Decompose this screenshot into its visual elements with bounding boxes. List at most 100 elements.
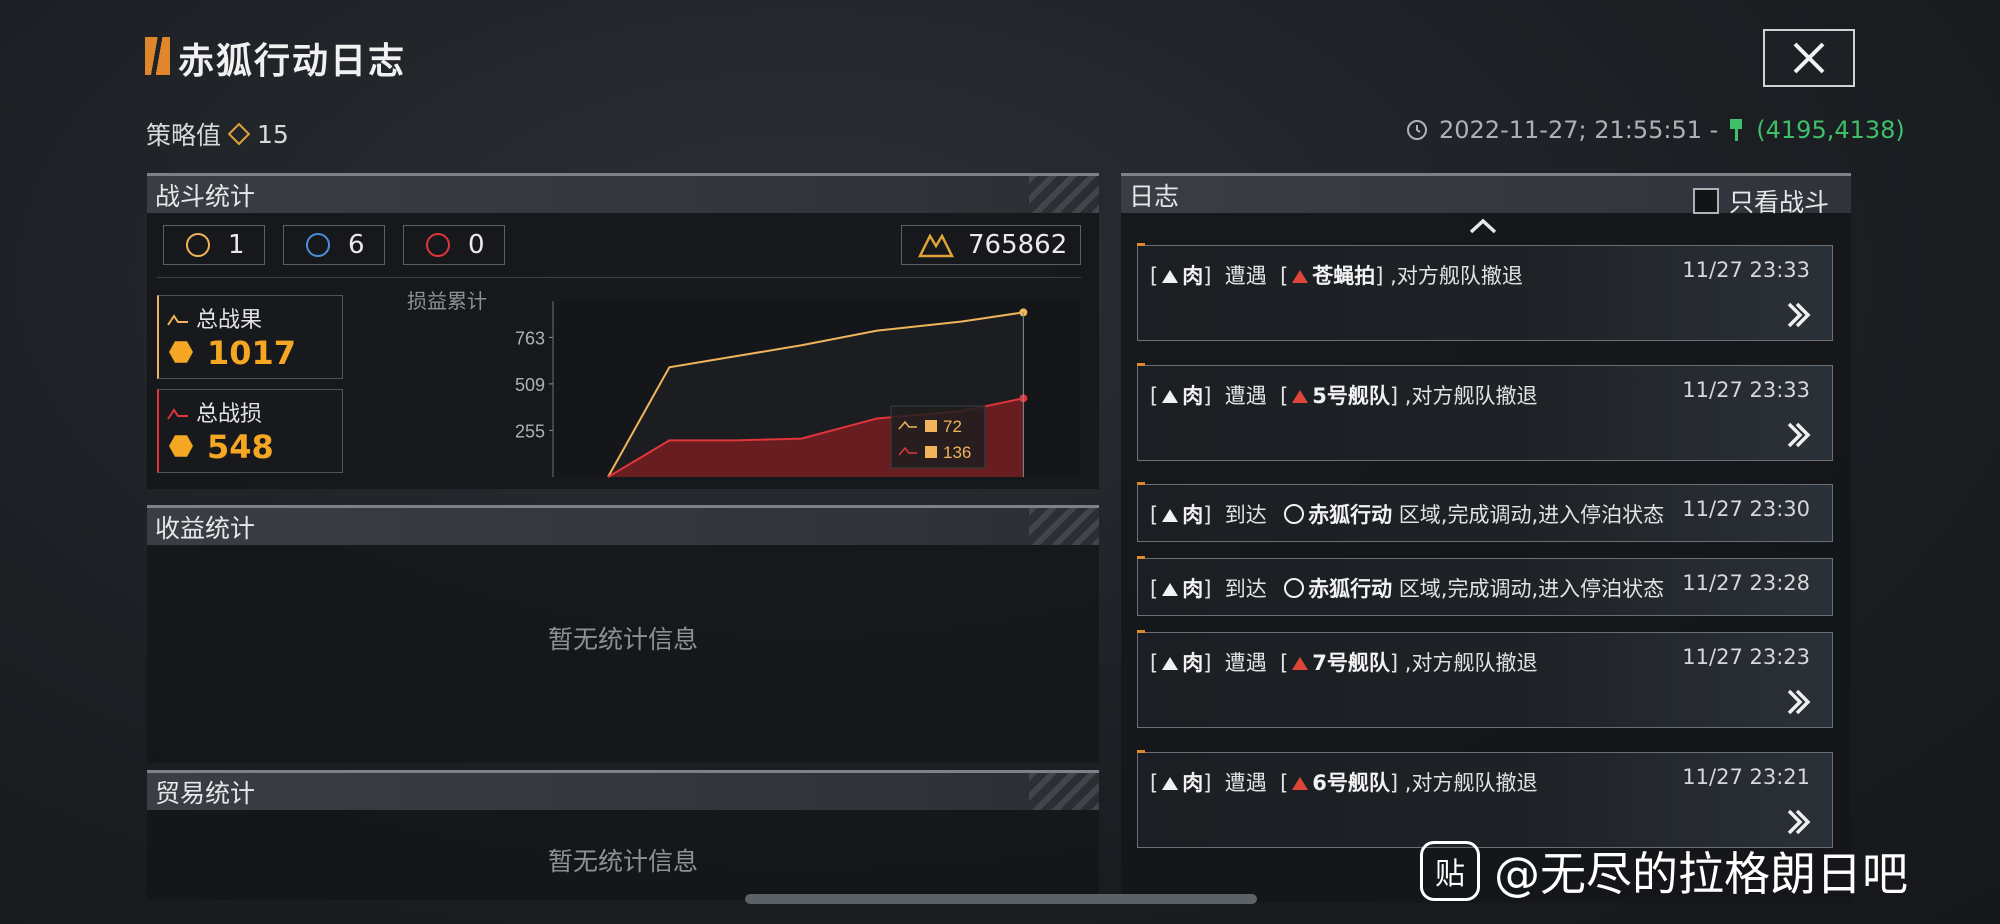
- chart-y-tick-label: 509: [515, 375, 545, 395]
- exp-value: 765862: [968, 230, 1068, 260]
- close-icon: [1793, 42, 1825, 74]
- zone-circle-icon: [1284, 504, 1305, 524]
- income-stats-panel: 收益统计 暂无统计信息: [147, 505, 1099, 763]
- log-verb: 遭遇: [1224, 771, 1267, 795]
- log-actor: 肉: [1182, 771, 1204, 795]
- log-verb: 遭遇: [1224, 651, 1267, 675]
- log-entry[interactable]: [肉] 遭遇 [6号舰队] ,对方舰队撤退 11/27 23:21: [1137, 750, 1833, 848]
- detail-chevron-icon[interactable]: [1784, 420, 1814, 450]
- log-actor: 肉: [1182, 264, 1204, 288]
- trade-stats-panel: 贸易统计 暂无统计信息: [147, 770, 1099, 900]
- battle-stats-header: 战斗统计: [147, 173, 1099, 213]
- enemy-fleet-icon: [1292, 270, 1309, 283]
- defeat-count: 0: [468, 230, 485, 260]
- own-fleet-icon: [1162, 509, 1179, 522]
- tieba-logo-icon: 贴: [1420, 841, 1480, 901]
- enemy-fleet-icon: [1292, 657, 1309, 670]
- log-actor: 肉: [1182, 577, 1204, 601]
- log-verb: 遭遇: [1224, 384, 1267, 408]
- gain-hex-icon: [169, 341, 193, 363]
- log-text: [肉] 遭遇 [5号舰队] ,对方舰队撤退: [1150, 384, 1538, 408]
- header-stripes: [1029, 508, 1099, 545]
- only-battle-toggle[interactable]: 只看战斗: [1693, 183, 1829, 219]
- tooltip-gain-hex-icon: [925, 420, 937, 432]
- log-time: 11/27 23:33: [1682, 378, 1810, 402]
- watermark: 贴 @无尽的拉格朗日吧: [1420, 838, 1908, 904]
- income-stats-header: 收益统计: [147, 505, 1099, 545]
- log-text: [肉] 遭遇 [苍蝇拍] ,对方舰队撤退: [1150, 264, 1523, 288]
- stat-defeat: 0: [403, 225, 505, 265]
- income-empty-message: 暂无统计信息: [547, 625, 698, 654]
- detail-chevron-icon[interactable]: [1784, 807, 1814, 837]
- total-loss-value: 548: [207, 428, 274, 466]
- total-gain-value: 1017: [207, 334, 297, 372]
- log-entry[interactable]: [肉] 遭遇 [苍蝇拍] ,对方舰队撤退 11/27 23:33: [1137, 243, 1833, 341]
- total-loss-label: 总战损: [167, 396, 262, 428]
- zone-circle-icon: [1284, 578, 1305, 598]
- stat-victory: 1: [163, 225, 265, 265]
- log-title: 日志: [1129, 181, 1180, 211]
- only-battle-checkbox[interactable]: [1693, 188, 1719, 214]
- own-fleet-icon: [1162, 583, 1179, 596]
- log-tail: ,对方舰队撤退: [1404, 651, 1538, 675]
- retreat-count: 6: [348, 230, 365, 260]
- log-target: 赤狐行动: [1308, 503, 1393, 527]
- title-accent: [145, 37, 170, 75]
- clock-icon: [1407, 120, 1427, 140]
- tooltip-loss-hex-icon: [925, 446, 937, 458]
- log-actor: 肉: [1182, 384, 1204, 408]
- stat-exp: 765862: [901, 225, 1081, 265]
- enemy-fleet-icon: [1292, 390, 1309, 403]
- only-battle-label: 只看战斗: [1729, 188, 1830, 217]
- gain-line-icon: [167, 314, 188, 326]
- log-tail: 区域,完成调动,进入停泊状态: [1398, 503, 1665, 527]
- detail-chevron-icon[interactable]: [1784, 300, 1814, 330]
- log-actor: 肉: [1182, 503, 1204, 527]
- own-fleet-icon: [1162, 270, 1179, 283]
- profit-loss-chart: 255 509 763 72 136: [515, 301, 1080, 478]
- battle-stats-title: 战斗统计: [155, 181, 256, 211]
- coordinates[interactable]: (4195,4138): [1756, 116, 1905, 144]
- log-target: 7号舰队: [1312, 651, 1390, 675]
- trade-stats-title: 贸易统计: [155, 778, 256, 808]
- own-fleet-icon: [1162, 777, 1179, 790]
- strategy-diamond-icon: [227, 122, 251, 146]
- log-entry[interactable]: [肉] 遭遇 [5号舰队] ,对方舰队撤退 11/27 23:33: [1137, 363, 1833, 461]
- log-target: 6号舰队: [1312, 771, 1390, 795]
- chart-y-tick-label: 763: [515, 328, 545, 348]
- header-stripes: [1029, 176, 1099, 213]
- total-gain-label: 总战果: [167, 302, 262, 334]
- close-button[interactable]: [1763, 29, 1855, 87]
- log-target: 5号舰队: [1312, 384, 1390, 408]
- scroll-up-chevron-icon[interactable]: [1468, 217, 1498, 235]
- strategy-value: 策略值 15: [146, 116, 289, 152]
- log-tail: ,对方舰队撤退: [1390, 264, 1523, 288]
- battle-stats-panel: 战斗统计 1 6 0 765862 总战果 1017 总战损 548 损益累计 …: [147, 173, 1099, 489]
- log-time: 11/27 23:23: [1682, 645, 1810, 669]
- log-tail: 区域,完成调动,进入停泊状态: [1398, 577, 1665, 601]
- income-stats-title: 收益统计: [155, 513, 256, 543]
- home-indicator: [745, 894, 1257, 904]
- time-info: 2022-11-27; 21:55:51 - (4195,4138): [1405, 116, 1905, 144]
- log-entry[interactable]: [肉] 到达 赤狐行动 区域,完成调动,进入停泊状态 11/27 23:30: [1137, 482, 1833, 542]
- header-stripes: [1029, 773, 1099, 810]
- log-time: 11/27 23:28: [1682, 571, 1810, 595]
- enemy-fleet-icon: [1292, 777, 1309, 790]
- detail-chevron-icon[interactable]: [1784, 687, 1814, 717]
- timestamp: 2022-11-27; 21:55:51 -: [1439, 116, 1719, 144]
- log-text: [肉] 遭遇 [7号舰队] ,对方舰队撤退: [1150, 651, 1538, 675]
- loss-hex-icon: [169, 435, 193, 457]
- log-text: [肉] 到达 赤狐行动 区域,完成调动,进入停泊状态: [1150, 577, 1665, 601]
- log-target: 赤狐行动: [1308, 577, 1393, 601]
- log-entry[interactable]: [肉] 遭遇 [7号舰队] ,对方舰队撤退 11/27 23:23: [1137, 630, 1833, 728]
- log-time: 11/27 23:21: [1682, 765, 1810, 789]
- log-target: 苍蝇拍: [1312, 264, 1376, 288]
- exp-icon: [917, 233, 955, 258]
- log-tail: ,对方舰队撤退: [1404, 384, 1538, 408]
- log-entry[interactable]: [肉] 到达 赤狐行动 区域,完成调动,进入停泊状态 11/27 23:28: [1137, 556, 1833, 616]
- tooltip-gain-value: 72: [943, 417, 962, 436]
- victory-icon: [186, 233, 210, 257]
- location-flag-icon: [1730, 119, 1743, 141]
- watermark-text: @无尽的拉格朗日吧: [1494, 847, 1908, 901]
- log-verb: 遭遇: [1224, 264, 1267, 288]
